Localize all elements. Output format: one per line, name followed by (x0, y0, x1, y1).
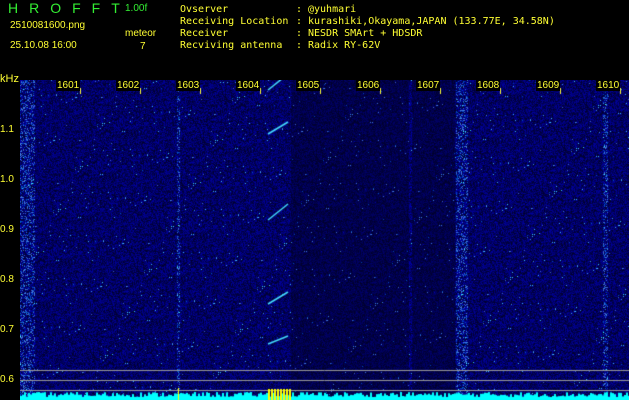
info-label: Receiving Location (180, 16, 289, 27)
app-title: HROFFT (8, 0, 131, 16)
info-label: Receiver (180, 28, 229, 39)
x-tick-label: 1605 (296, 80, 321, 91)
x-tick-label: 1609 (536, 80, 561, 91)
x-tick-label: 1608 (476, 80, 501, 91)
y-tick-label: 1.0 (0, 174, 14, 185)
info-value: NESDR SMArt + HDSDR (308, 28, 423, 39)
info-value: Radix RY-62V (308, 40, 381, 51)
y-tick-label: 0.8 (0, 274, 14, 285)
x-tick-label: 1610 (596, 80, 621, 91)
y-unit: kHz (0, 73, 19, 85)
info-value: @yuhmari (308, 4, 357, 15)
y-tick-label: 0.6 (0, 374, 14, 385)
x-tick-label: 1604 (236, 80, 261, 91)
info-label: Ovserver (180, 4, 229, 15)
y-tick-label: 0.7 (0, 324, 14, 335)
x-tick-label: 1607 (416, 80, 441, 91)
spectrogram (20, 80, 629, 400)
datetime: 25.10.08 16:00 (10, 40, 77, 51)
info-separator: : (296, 40, 303, 51)
meteor-label: meteor (125, 28, 157, 39)
info-label: Recviving antenna (180, 40, 283, 51)
y-tick-label: 0.9 (0, 224, 14, 235)
x-tick-label: 1606 (356, 80, 381, 91)
info-separator: : (296, 4, 303, 15)
filename: 2510081600.png (10, 20, 86, 31)
info-separator: : (296, 16, 303, 27)
x-tick-label: 1602 (116, 80, 141, 91)
version-label: 1.00f (125, 3, 148, 14)
meteor-count: 7 (140, 41, 146, 52)
x-tick-label: 1601 (56, 80, 81, 91)
y-tick-label: 1.1 (0, 124, 14, 135)
info-value: kurashiki,Okayama,JAPAN (133.77E, 34.58N… (308, 16, 555, 27)
info-separator: : (296, 28, 303, 39)
x-tick-label: 1603 (176, 80, 201, 91)
